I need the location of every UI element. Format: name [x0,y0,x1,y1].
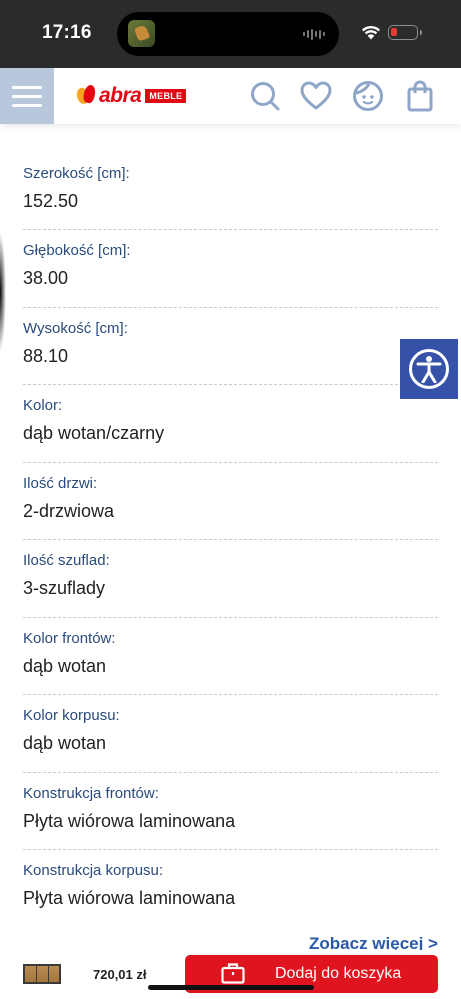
status-time: 17:16 [42,22,92,43]
cart-button[interactable] [404,80,436,112]
sticky-cart-bar: 720,01 zł Dodaj do koszyka [0,950,461,999]
spec-value: Płyta wiórowa laminowana [23,888,236,908]
shopping-bag-icon [407,80,433,112]
spec-value: 152.50 [23,191,79,211]
account-button[interactable] [352,80,384,112]
product-price: 720,01 zł [93,967,147,982]
live-activity-app-icon [128,20,155,47]
spec-label: Konstrukcja korpusu: [23,862,164,879]
site-header: abra MEBLE [0,68,461,124]
edge-shadow [0,232,6,352]
spec-row: Szerokość [cm]: 152.50 [23,124,438,230]
spec-label: Kolor: [23,397,63,414]
spec-label: Szerokość [cm]: [23,165,130,182]
accessibility-icon [409,349,449,389]
spec-label: Ilość drzwi: [23,474,98,492]
spec-value: 88.10 [23,345,69,366]
menu-icon-line [12,94,42,98]
spec-value: 38.00 [23,268,69,288]
spec-row: Kolor korpusu: dąb wotan [23,695,438,773]
spec-value: 2-drzwiowa [23,500,115,521]
wifi-icon [362,25,380,40]
add-to-cart-label: Dodaj do koszyka [275,965,402,982]
spec-value: Płyta wiórowa laminowana [23,810,236,831]
spec-label: Ilość szuflad: [23,552,110,569]
account-face-icon [353,81,383,111]
logo-flame-icon [74,83,98,107]
spec-label: Głębokość [cm]: [23,242,131,259]
spec-label: Wysokość [cm]: [23,319,128,337]
spec-row: Ilość drzwi: 2-drzwiowa [23,463,438,540]
spec-row: Ilość szuflad: 3-szuflady [23,540,438,618]
spec-row: Kolor: dąb wotan/czarny [23,385,438,463]
spec-value: dąb wotan [23,733,107,753]
spec-value: dąb wotan [23,655,107,676]
battery-low-icon [388,25,422,40]
spec-value: dąb wotan/czarny [23,423,165,443]
audio-waveform-icon [303,28,325,40]
spec-row: Konstrukcja frontów: Płyta wiórowa lamin… [23,773,438,850]
spec-row: Głębokość [cm]: 38.00 [23,230,438,308]
abra-logo[interactable]: abra MEBLE [74,83,187,108]
spec-row: Kolor frontów: dąb wotan [23,618,438,695]
spec-label: Kolor korpusu: [23,707,120,724]
spec-list: Szerokość [cm]: 152.50 Głębokość [cm]: 3… [23,124,438,928]
logo-wordmark: abra [99,84,142,107]
menu-icon-line [12,85,42,89]
briefcase-cart-icon [221,963,245,984]
menu-icon-line [12,103,42,107]
search-icon [251,82,280,111]
spec-label: Konstrukcja frontów: [23,784,159,802]
product-thumbnail[interactable] [23,964,61,984]
heart-icon [300,81,332,110]
wishlist-button[interactable] [300,80,332,112]
spec-row: Wysokość [cm]: 88.10 [23,308,438,385]
home-indicator [148,985,314,990]
spec-label: Kolor frontów: [23,629,116,647]
dynamic-island [117,12,339,56]
spec-row: Konstrukcja korpusu: Płyta wiórowa lamin… [23,850,438,928]
search-button[interactable] [249,80,281,112]
status-bar: 17:16 [0,0,461,68]
logo-badge: MEBLE [145,89,187,103]
spec-value: 3-szuflady [23,578,106,598]
menu-button[interactable] [0,68,54,124]
accessibility-button[interactable] [400,339,458,399]
